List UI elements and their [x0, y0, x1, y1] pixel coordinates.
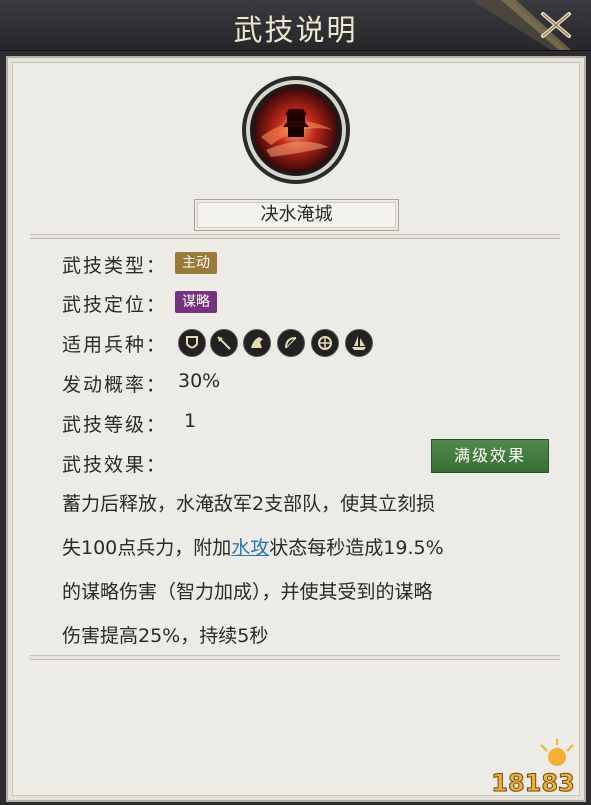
skill-name: 决水淹城	[194, 199, 399, 231]
divider-top	[30, 234, 560, 239]
chariot-icon	[311, 329, 339, 357]
skill-position-label: 武技定位：	[62, 294, 168, 316]
skill-icon	[242, 76, 350, 184]
trigger-chance-label: 发动概率：	[62, 374, 168, 396]
watermark-text: 18183	[491, 769, 575, 797]
troop-type-label: 适用兵种：	[62, 334, 168, 356]
skill-level-label: 武技等级：	[62, 414, 168, 436]
effect-line-1: 蓄力后释放，水淹敌军2支部队，使其立刻损	[62, 493, 436, 515]
horse-icon	[243, 329, 271, 357]
effect-line-2-post: 状态每秒造成19.5%	[269, 537, 444, 559]
effect-line-3: 的谋略伤害（智力加成），并使其受到的谋略	[62, 581, 433, 603]
effect-line-2-pre: 失100点兵力，附加	[62, 537, 232, 559]
water-attack-link[interactable]: 水攻	[231, 537, 269, 559]
skill-position-badge: 谋略	[175, 291, 217, 313]
ship-icon	[345, 329, 373, 357]
trigger-chance-value: 30%	[178, 370, 221, 392]
dialog-header: 武技说明	[0, 0, 591, 51]
effect-line-4: 伤害提高25%，持续5秒	[62, 625, 269, 647]
shield-icon	[178, 329, 206, 357]
dialog-title: 武技说明	[233, 13, 358, 47]
max-level-effect-button[interactable]: 满级效果	[431, 439, 549, 473]
bow-icon	[277, 329, 305, 357]
skill-type-badge: 主动	[175, 252, 217, 274]
skill-type-label: 武技类型：	[62, 255, 168, 277]
effect-line-2: 失100点兵力，附加水攻状态每秒造成19.5%	[62, 526, 542, 570]
skill-effect-label: 武技效果：	[62, 454, 168, 476]
watermark-logo: 18183	[491, 739, 575, 798]
spear-icon	[210, 329, 238, 357]
skill-effect-description: 蓄力后释放，水淹敌军2支部队，使其立刻损 失100点兵力，附加水攻状态每秒造成1…	[62, 482, 542, 658]
close-button[interactable]	[535, 8, 577, 42]
close-icon	[541, 12, 571, 38]
skill-level-value: 1	[184, 410, 197, 432]
